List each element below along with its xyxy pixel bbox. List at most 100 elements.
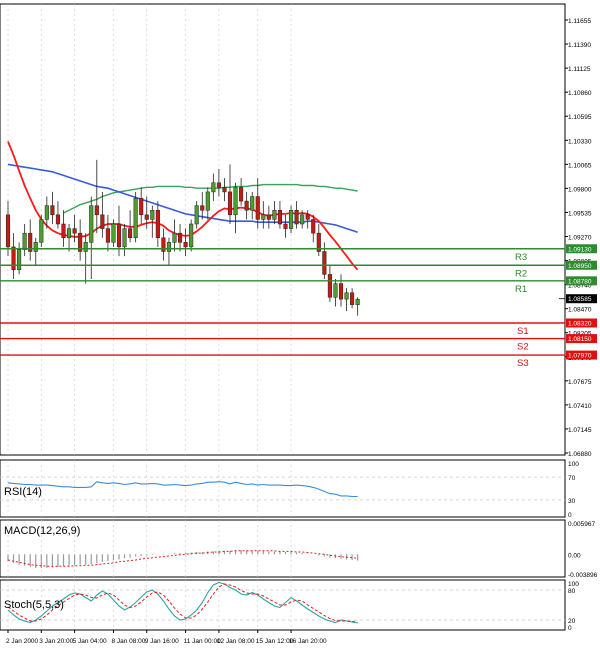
level-price-label: 1.08950: [568, 263, 592, 270]
price-tick-label: 1.10330: [568, 138, 592, 145]
bullish-candle: [205, 191, 210, 211]
bullish-candle: [44, 205, 49, 220]
x-tick-label: 9 Jan 16:00: [145, 638, 179, 645]
bullish-candle: [67, 228, 72, 238]
level-tag-s3: S3: [517, 358, 529, 369]
bearish-candle: [61, 223, 66, 238]
x-tick-label: 8 Jan 08:00: [111, 638, 145, 645]
bearish-candle: [322, 251, 327, 275]
bullish-candle: [333, 283, 338, 298]
bullish-candle: [261, 214, 266, 220]
bearish-candle: [144, 214, 149, 220]
price-tick-label: 1.09270: [568, 235, 592, 242]
price-tick-label: 1.09535: [568, 210, 592, 217]
level-tag-r2: R2: [515, 268, 527, 279]
bearish-candle: [94, 205, 99, 216]
bullish-candle: [39, 219, 44, 243]
stoch-tick-label: 0: [568, 625, 572, 632]
bullish-candle: [83, 242, 88, 252]
macd-tick-label: 0.00: [568, 552, 581, 559]
bearish-candle: [244, 200, 249, 211]
bearish-candle: [255, 196, 260, 220]
price-tick-label: 1.10595: [568, 114, 592, 121]
bullish-candle: [166, 242, 171, 252]
macd-pane-frame: [0, 519, 566, 578]
bearish-candle: [311, 219, 316, 234]
bullish-candle: [250, 196, 255, 211]
level-price-label: 1.08150: [568, 336, 592, 343]
price-tick-label: 1.11125: [568, 66, 591, 73]
x-tick-label: 5 Jan 04:00: [73, 638, 107, 645]
bullish-candle: [17, 249, 22, 271]
bearish-candle: [178, 232, 183, 243]
price-tick-label: 1.11390: [568, 42, 591, 49]
price-tick-label: 1.09800: [568, 186, 592, 193]
rsi-title: RSI(14): [4, 486, 42, 498]
bearish-candle: [239, 187, 244, 202]
bearish-candle: [327, 274, 332, 298]
bearish-candle: [350, 292, 355, 305]
bullish-candle: [344, 292, 349, 300]
price-tick-label: 1.11655: [568, 18, 591, 25]
bearish-candle: [72, 228, 77, 234]
price-tick-label: 1.07675: [568, 379, 592, 386]
price-pane-frame: [0, 3, 566, 456]
price-tick-label: 1.08470: [568, 307, 592, 314]
stoch-title: Stoch(5,5,3): [4, 599, 64, 611]
chart-canvas: 1.11655 1.11390 1.11125 1.10860 1.10595 1.103…: [0, 3, 598, 645]
rsi-tick-label: 100: [568, 461, 579, 468]
level-tag-r1: R1: [515, 284, 527, 295]
bullish-candle: [111, 223, 116, 243]
rsi-pane-frame: [0, 459, 566, 518]
price-tick-label: 1.10860: [568, 90, 592, 97]
current-price-label: 1.08585: [568, 296, 592, 303]
x-tick-label: 3 Jan 20:00: [39, 638, 73, 645]
bearish-candle: [216, 182, 221, 188]
bearish-candle: [116, 223, 122, 248]
bullish-candle: [150, 210, 155, 220]
bearish-candle: [200, 205, 205, 211]
bearish-candle: [128, 228, 133, 238]
bearish-candle: [50, 205, 55, 216]
bullish-candle: [355, 298, 360, 305]
x-tick-label: 12 Jan 08:00: [217, 638, 255, 645]
x-tick-label: 2 Jan 2000: [6, 638, 39, 645]
bearish-candle: [155, 210, 160, 238]
stoch-tick-label: 100: [568, 581, 579, 588]
level-tag-s2: S2: [517, 342, 529, 353]
bullish-candle: [172, 232, 177, 243]
rsi-tick-label: 0: [568, 512, 572, 519]
bullish-candle: [122, 228, 127, 248]
price-tick-label: 1.07145: [568, 427, 592, 434]
price-tick-label: 1.10065: [568, 162, 592, 169]
x-tick-label: 11 Jan 00:00: [184, 638, 221, 645]
x-tick-label: 15 Jan 12:00: [256, 638, 294, 645]
bullish-candle: [133, 198, 138, 238]
rsi-tick-label: 30: [568, 498, 576, 505]
bearish-candle: [283, 223, 288, 229]
bearish-candle: [139, 198, 144, 216]
x-tick-label: 16 Jan 20:00: [289, 638, 327, 645]
level-price-label: 1.09130: [568, 246, 592, 253]
bearish-candle: [338, 283, 344, 300]
stoch-tick-label: 80: [568, 588, 576, 595]
bearish-candle: [105, 228, 110, 243]
macd-tick-label: -0.003896: [568, 572, 598, 579]
bearish-candle: [222, 187, 227, 193]
bearish-candle: [266, 214, 271, 220]
level-tag-s1: S1: [517, 326, 529, 337]
bearish-candle: [183, 242, 188, 248]
bearish-candle: [11, 246, 16, 271]
bullish-candle: [233, 187, 238, 216]
trading-chart: 1.11655 1.11390 1.11125 1.10860 1.10595 1.103…: [0, 0, 600, 651]
bullish-candle: [33, 242, 38, 252]
bearish-candle: [100, 214, 105, 229]
bullish-candle: [211, 182, 216, 193]
macd-title: MACD(12,26,9): [4, 525, 80, 537]
bullish-candle: [272, 210, 277, 220]
bearish-candle: [294, 210, 299, 225]
rsi-tick-label: 70: [568, 475, 576, 482]
bullish-candle: [194, 205, 199, 225]
level-tag-r3: R3: [515, 252, 527, 263]
bullish-candle: [22, 232, 27, 250]
